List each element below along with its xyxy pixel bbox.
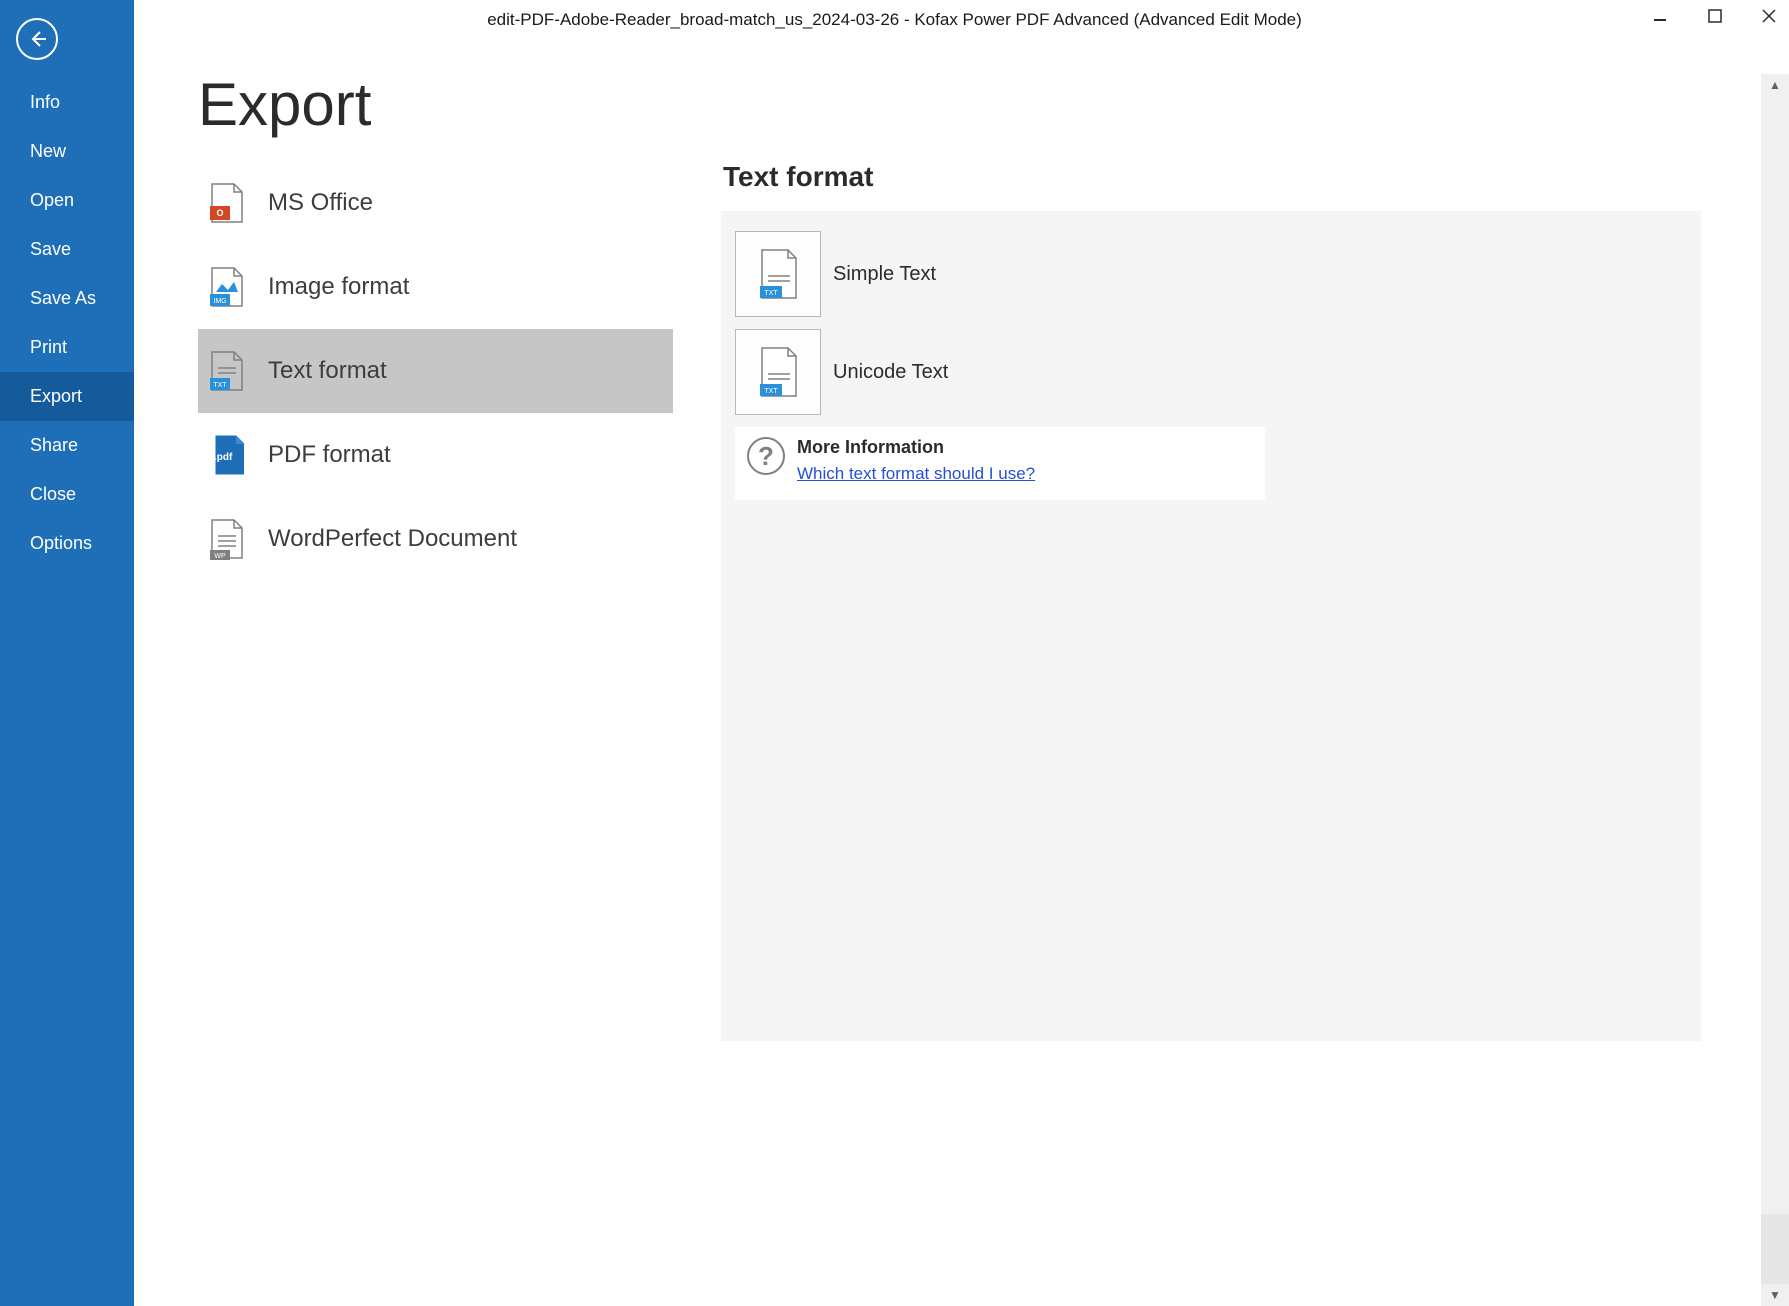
svg-text:O: O [216, 208, 223, 218]
text-file-icon: TXT [758, 346, 798, 398]
help-icon: ? [747, 437, 785, 475]
vertical-scrollbar[interactable]: ▲ ▼ [1761, 74, 1789, 1306]
content-area: Export O MS Office [134, 0, 1761, 1306]
svg-text:TXT: TXT [764, 388, 778, 395]
export-format-list: O MS Office IMG Image format [198, 161, 673, 1041]
detail-body: TXT Simple Text TXT [721, 211, 1701, 1041]
sidebar-item-label: Options [30, 533, 92, 553]
format-label: WordPerfect Document [268, 525, 517, 553]
titlebar: edit-PDF-Adobe-Reader_broad-match_us_202… [0, 0, 1789, 34]
format-label: Text format [268, 357, 387, 385]
sidebar-item-label: Close [30, 484, 76, 504]
scroll-thumb[interactable] [1761, 1214, 1789, 1284]
sidebar-item-export[interactable]: Export [0, 372, 134, 421]
sidebar-item-label: Info [30, 92, 60, 112]
info-link[interactable]: Which text format should I use? [797, 464, 1035, 483]
svg-text:TXT: TXT [213, 382, 227, 389]
format-wordperfect[interactable]: WP WordPerfect Document [198, 497, 673, 581]
format-label: MS Office [268, 189, 373, 217]
window-controls [1649, 4, 1781, 28]
page-title: Export [198, 70, 1761, 139]
detail-title: Text format [721, 161, 1701, 193]
sidebar-item-label: Print [30, 337, 67, 357]
option-simple-text-row: TXT Simple Text [735, 231, 1687, 317]
backstage-sidebar: Info New Open Save Save As Print Export … [0, 0, 134, 1306]
format-label: PDF format [268, 441, 391, 469]
option-unicode-text-row: TXT Unicode Text [735, 329, 1687, 415]
sidebar-item-label: Save As [30, 288, 96, 308]
format-text[interactable]: TXT Text format [198, 329, 673, 413]
format-label: Image format [268, 273, 409, 301]
sidebar-item-new[interactable]: New [0, 127, 134, 176]
text-file-icon: TXT [758, 248, 798, 300]
svg-text:IMG: IMG [213, 298, 226, 305]
sidebar-item-label: Save [30, 239, 71, 259]
format-ms-office[interactable]: O MS Office [198, 161, 673, 245]
option-simple-text[interactable]: TXT [735, 231, 821, 317]
image-icon: IMG [208, 265, 246, 309]
info-heading: More Information [797, 437, 1035, 458]
option-label: Unicode Text [833, 361, 948, 384]
detail-panel: Text format TXT Simple Text [721, 161, 1701, 1041]
wordperfect-icon: WP [208, 517, 246, 561]
sidebar-item-save-as[interactable]: Save As [0, 274, 134, 323]
window-title: edit-PDF-Adobe-Reader_broad-match_us_202… [487, 4, 1302, 30]
sidebar-item-label: New [30, 141, 66, 161]
msoffice-icon: O [208, 181, 246, 225]
info-text-block: More Information Which text format shoul… [797, 437, 1035, 484]
svg-text:WP: WP [214, 553, 226, 560]
option-label: Simple Text [833, 263, 936, 286]
text-icon: TXT [208, 349, 246, 393]
option-unicode-text[interactable]: TXT [735, 329, 821, 415]
sidebar-item-label: Share [30, 435, 78, 455]
sidebar-item-label: Open [30, 190, 74, 210]
pdf-icon: .pdf [208, 433, 246, 477]
close-button[interactable] [1757, 4, 1781, 28]
maximize-button[interactable] [1703, 4, 1727, 28]
scroll-up-arrow[interactable]: ▲ [1761, 74, 1789, 96]
format-pdf[interactable]: .pdf PDF format [198, 413, 673, 497]
main-layout: O MS Office IMG Image format [134, 161, 1761, 1041]
sidebar-item-open[interactable]: Open [0, 176, 134, 225]
sidebar-item-close[interactable]: Close [0, 470, 134, 519]
sidebar-item-options[interactable]: Options [0, 519, 134, 568]
sidebar-item-print[interactable]: Print [0, 323, 134, 372]
sidebar-item-info[interactable]: Info [0, 78, 134, 127]
more-info-card: ? More Information Which text format sho… [735, 427, 1265, 500]
format-image[interactable]: IMG Image format [198, 245, 673, 329]
svg-text:.pdf: .pdf [214, 452, 233, 463]
svg-text:TXT: TXT [764, 290, 778, 297]
sidebar-item-share[interactable]: Share [0, 421, 134, 470]
scroll-down-arrow[interactable]: ▼ [1761, 1284, 1789, 1306]
minimize-button[interactable] [1649, 4, 1673, 28]
sidebar-item-save[interactable]: Save [0, 225, 134, 274]
sidebar-item-label: Export [30, 386, 82, 406]
